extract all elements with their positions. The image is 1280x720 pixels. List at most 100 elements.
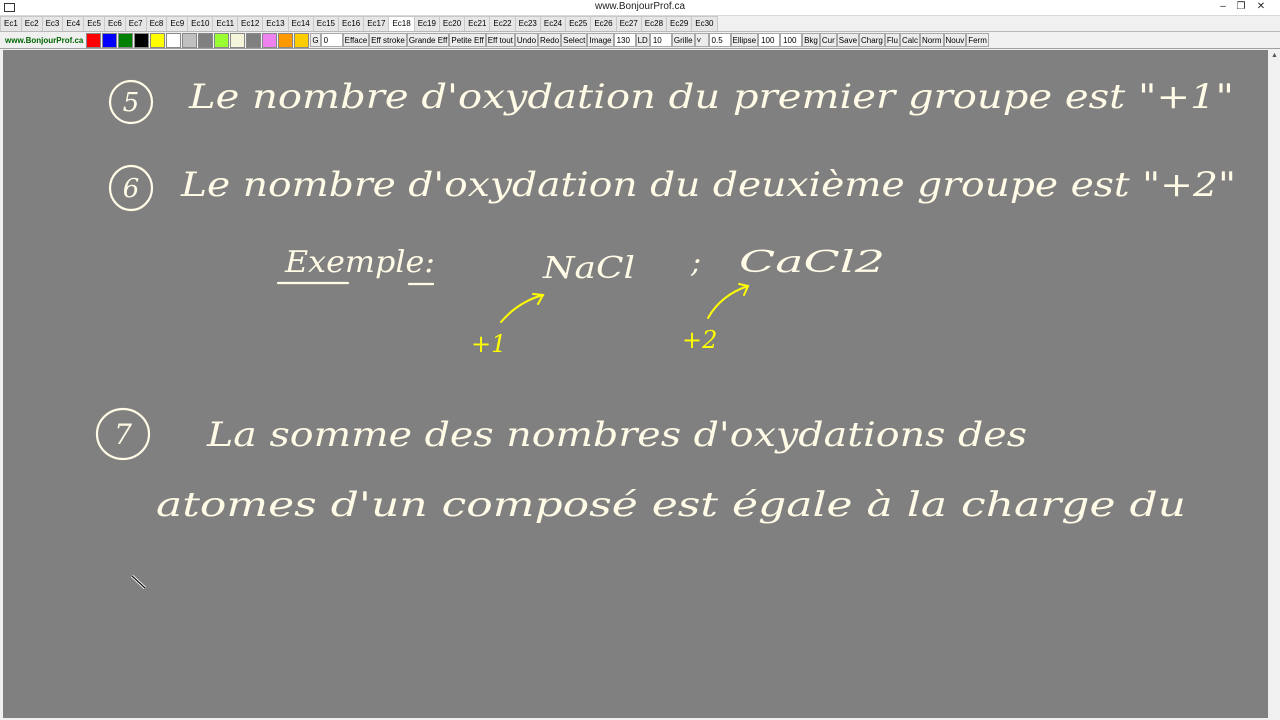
item-5-number: 5: [123, 88, 140, 118]
color-swatch-11[interactable]: [246, 32, 262, 48]
g-value-field[interactable]: 0: [320, 33, 343, 47]
color-swatch-2[interactable]: [102, 32, 118, 48]
tab-ec19[interactable]: Ec19: [413, 16, 440, 31]
grille-value-field[interactable]: 0.5: [708, 33, 731, 47]
tab-ec29[interactable]: Ec29: [666, 16, 693, 31]
item-7-number: 7: [114, 418, 132, 451]
arrow-1: [500, 294, 544, 323]
color-swatch-9[interactable]: [214, 32, 230, 48]
formula-nacl: NaCl: [542, 251, 635, 286]
tab-ec5[interactable]: Ec5: [83, 16, 105, 31]
save-button[interactable]: Save: [836, 33, 860, 47]
ox-number-1: +1: [471, 330, 506, 358]
drawing-board[interactable]: 5 Le nombre d'oxydation du premier group…: [3, 50, 1268, 718]
tab-ec6[interactable]: Ec6: [103, 16, 126, 31]
title-bar: www.BonjourProf.ca – ❐ ✕: [0, 0, 1280, 16]
arrow-1-head: [532, 293, 545, 305]
ink-layer: 5 Le nombre d'oxydation du premier group…: [95, 77, 1236, 525]
tab-ec20[interactable]: Ec20: [438, 16, 466, 31]
g-button[interactable]: G: [310, 33, 321, 47]
formula-cacl2: CaCl2: [739, 245, 885, 280]
eff-tout-button[interactable]: Eff tout: [485, 33, 515, 47]
tab-ec15[interactable]: Ec15: [312, 16, 339, 31]
ellipse-width-field[interactable]: 100: [758, 33, 781, 47]
ellipse-button[interactable]: Ellipse: [730, 33, 759, 47]
item-6-number: 6: [123, 174, 140, 204]
close-icon[interactable]: ✕: [1252, 0, 1270, 15]
ld-button[interactable]: LD: [635, 33, 650, 47]
restore-icon[interactable]: ❐: [1232, 0, 1250, 15]
tab-ec24[interactable]: Ec24: [539, 16, 567, 31]
tab-ec13[interactable]: Ec13: [262, 16, 289, 31]
line-7a-text: La somme des nombres d'oxydations des: [206, 415, 1027, 455]
tab-ec22[interactable]: Ec22: [489, 16, 516, 31]
calc-button[interactable]: Calc: [899, 33, 920, 47]
norm-button[interactable]: Norm: [919, 33, 944, 47]
formula-separator: ;: [690, 245, 701, 280]
cur-button[interactable]: Cur: [819, 33, 837, 47]
tab-ec18[interactable]: Ec18: [388, 16, 415, 31]
tab-ec27[interactable]: Ec27: [615, 16, 642, 31]
toolbar: www.BonjourProf.ca G 0 Efface Eff stroke…: [0, 32, 1280, 49]
eff-stroke-button[interactable]: Eff stroke: [369, 33, 407, 47]
ellipse-height-field[interactable]: 100: [780, 33, 803, 47]
tab-ec26[interactable]: Ec26: [590, 16, 617, 31]
color-swatch-14[interactable]: [294, 32, 310, 48]
efface-button[interactable]: Efface: [342, 33, 370, 47]
tab-ec9[interactable]: Ec9: [166, 16, 189, 31]
flu-button[interactable]: Flu: [884, 33, 900, 47]
vertical-scrollbar[interactable]: ▲: [1269, 50, 1280, 718]
color-swatch-10[interactable]: [230, 32, 246, 48]
tab-ec16[interactable]: Ec16: [337, 16, 365, 31]
tab-ec25[interactable]: Ec25: [565, 16, 592, 31]
scroll-up-icon[interactable]: ▲: [1271, 52, 1278, 59]
line-5-text: Le nombre d'oxydation du premier groupe …: [188, 77, 1234, 117]
tab-ec21[interactable]: Ec21: [464, 16, 491, 31]
tab-ec1[interactable]: Ec1: [0, 16, 22, 31]
tab-ec10[interactable]: Ec10: [187, 16, 214, 31]
grande-eff-button[interactable]: Grande Eff: [406, 33, 450, 47]
site-label: www.BonjourProf.ca: [5, 35, 84, 45]
tab-ec17[interactable]: Ec17: [363, 16, 390, 31]
color-swatch-5[interactable]: [150, 32, 166, 48]
pen-cursor-icon: [130, 574, 147, 590]
nouv-button[interactable]: Nouv: [943, 33, 967, 47]
tab-ec7[interactable]: Ec7: [124, 16, 147, 31]
tab-ec2[interactable]: Ec2: [20, 16, 43, 31]
petite-eff-button[interactable]: Petite Eff: [449, 33, 486, 47]
tab-ec14[interactable]: Ec14: [287, 16, 314, 31]
tab-ec28[interactable]: Ec28: [640, 16, 668, 31]
color-swatch-13[interactable]: [278, 32, 294, 48]
redo-button[interactable]: Redo: [538, 33, 562, 47]
color-palette: [86, 32, 310, 48]
select-button[interactable]: Select: [561, 33, 588, 47]
page-tabs: Ec1 Ec2 Ec3 Ec4 Ec5 Ec6 Ec7 Ec8 Ec9 Ec10 Ec11 Ec12 E…: [0, 16, 1280, 32]
image-button[interactable]: Image: [587, 33, 614, 47]
tab-ec12[interactable]: Ec12: [237, 16, 264, 31]
window-title: www.BonjourProf.ca: [594, 1, 686, 12]
tab-ec8[interactable]: Ec8: [145, 16, 168, 31]
color-swatch-12[interactable]: [262, 32, 278, 48]
tab-ec30[interactable]: Ec30: [691, 16, 718, 31]
color-swatch-3[interactable]: [118, 32, 134, 48]
tab-ec4[interactable]: Ec4: [62, 16, 85, 31]
ld-value-field[interactable]: 10: [649, 33, 672, 47]
grille-dropdown-icon[interactable]: ˅: [694, 33, 709, 47]
minimize-icon[interactable]: –: [1214, 0, 1232, 15]
ferm-button[interactable]: Ferm: [966, 33, 989, 47]
image-value-field[interactable]: 130: [613, 33, 636, 47]
tab-ec3[interactable]: Ec3: [41, 16, 64, 31]
tab-ec23[interactable]: Ec23: [514, 16, 541, 31]
color-swatch-1[interactable]: [86, 32, 102, 48]
color-swatch-4[interactable]: [134, 32, 150, 48]
color-swatch-7[interactable]: [182, 32, 198, 48]
color-swatch-8[interactable]: [198, 32, 214, 48]
bkg-button[interactable]: Bkg: [802, 33, 820, 47]
tab-ec11[interactable]: Ec11: [212, 16, 239, 31]
line-6-text: Le nombre d'oxydation du deuxième groupe…: [180, 165, 1236, 205]
charg-button[interactable]: Charg: [859, 33, 885, 47]
arrow-2: [707, 285, 749, 319]
undo-button[interactable]: Undo: [514, 33, 539, 47]
color-swatch-6[interactable]: [166, 32, 182, 48]
grille-button[interactable]: Grille: [671, 33, 695, 47]
